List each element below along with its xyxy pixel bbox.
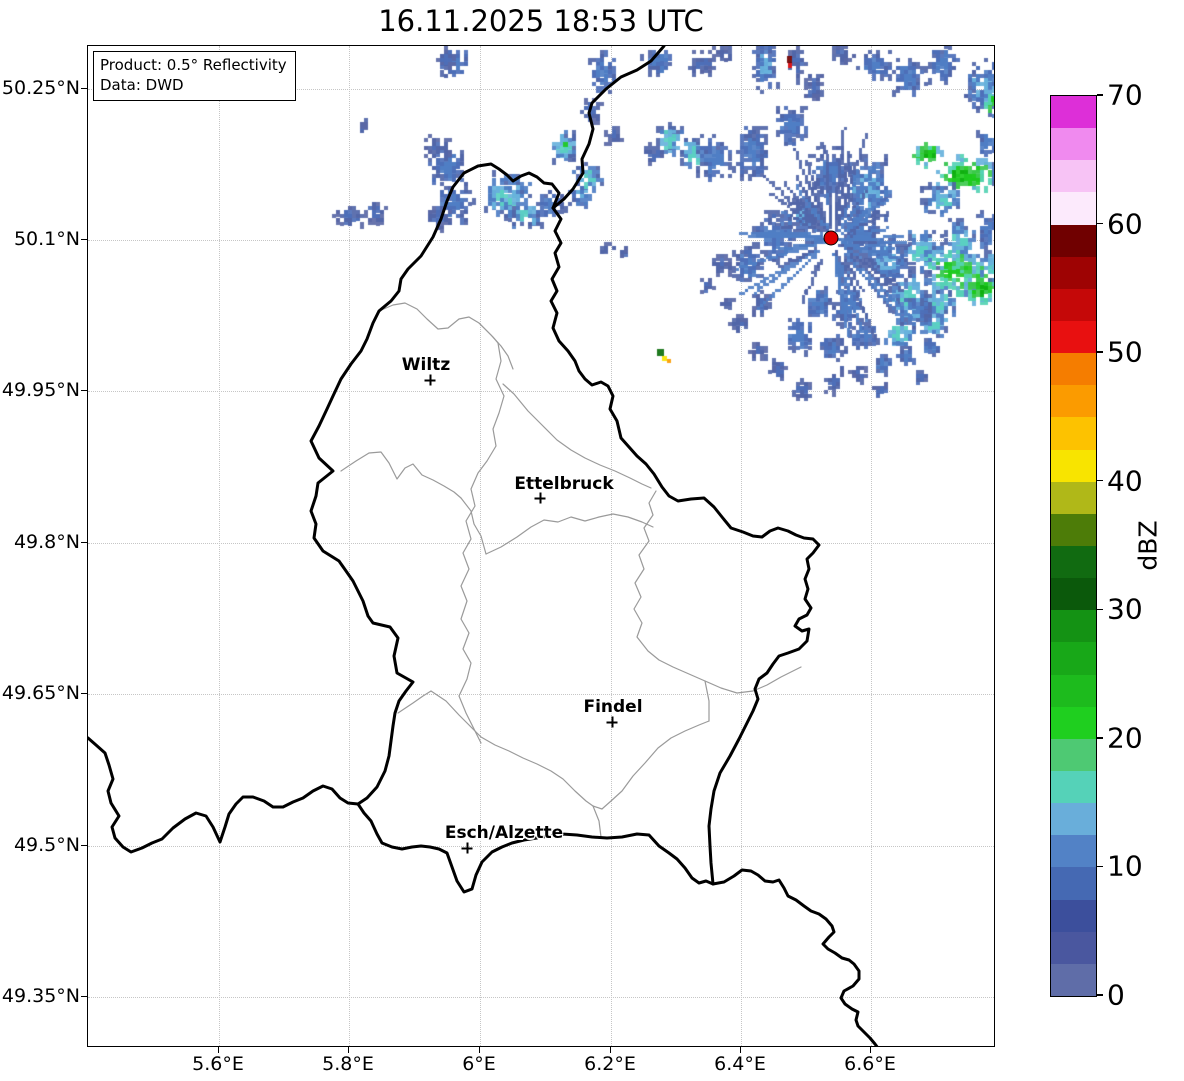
canton-border-path — [460, 497, 487, 555]
colorbar-tick-mark — [1096, 994, 1103, 996]
colorbar-segment — [1051, 577, 1096, 611]
colorbar-segment — [1051, 416, 1096, 450]
colorbar-segment — [1051, 352, 1096, 386]
map-frame: Product: 0.5° Reflectivity Data: DWD Wil… — [87, 45, 995, 1047]
colorbar-segment — [1051, 866, 1096, 900]
colorbar-tick-mark — [1096, 94, 1103, 96]
city-marker — [606, 716, 618, 728]
canton-border-path — [502, 383, 652, 489]
canton-border-path — [340, 451, 462, 499]
colorbar-segment — [1051, 191, 1096, 225]
canton-border-path — [430, 690, 710, 810]
canton-border-path — [378, 302, 499, 344]
colorbar-segment — [1051, 159, 1096, 193]
map-borders-svg — [88, 46, 879, 1046]
y-tick-label: 50.25°N — [1, 77, 80, 99]
data-source-line: Data: DWD — [100, 76, 184, 95]
canton-border-path — [592, 805, 602, 838]
colorbar-segment — [1051, 641, 1096, 675]
country-border-path — [88, 736, 360, 854]
colorbar-segment — [1051, 802, 1096, 836]
y-tick-label: 49.35°N — [1, 985, 80, 1007]
colorbar-segment — [1051, 224, 1096, 257]
y-tick-label: 49.5°N — [13, 834, 80, 856]
x-tick-label: 6°E — [462, 1053, 496, 1075]
figure-title: 16.11.2025 18:53 UTC — [378, 4, 704, 38]
colorbar-segment — [1051, 481, 1096, 514]
product-info-box: Product: 0.5° Reflectivity Data: DWD — [93, 51, 296, 101]
country-border-path — [549, 206, 821, 886]
colorbar-segment — [1051, 127, 1096, 161]
city-marker — [424, 374, 436, 386]
colorbar-segment — [1051, 609, 1096, 643]
colorbar-segment — [1051, 738, 1096, 771]
colorbar-tick-label: 0 — [1107, 978, 1125, 1012]
product-line: Product: 0.5° Reflectivity — [100, 56, 287, 74]
canton-border-path — [704, 680, 710, 722]
country-border-path — [711, 868, 879, 1046]
country-border-path — [356, 802, 715, 894]
y-tick-mark — [81, 693, 87, 695]
canton-border-path — [478, 322, 514, 370]
radar-site-marker — [823, 230, 839, 246]
canton-border-path — [485, 513, 654, 555]
colorbar-tick-mark — [1096, 865, 1103, 868]
radar-figure: 16.11.2025 18:53 UTC Product: 0.5° Refle… — [0, 0, 1184, 1081]
canton-borders — [340, 302, 802, 838]
colorbar-segment — [1051, 513, 1096, 546]
x-tick-label: 5.6°E — [192, 1053, 244, 1075]
colorbar-segment — [1051, 963, 1096, 996]
colorbar-segment — [1051, 449, 1096, 482]
colorbar-segment — [1051, 288, 1096, 321]
canton-border-path — [633, 490, 802, 694]
colorbar-tick-mark — [1096, 737, 1103, 739]
x-tick-label: 6.4°E — [714, 1053, 766, 1075]
y-tick-mark — [81, 239, 87, 241]
canton-border-path — [458, 342, 505, 744]
x-tick-label: 5.8°E — [322, 1053, 374, 1075]
city-label: Wiltz — [401, 355, 451, 375]
country-border-path — [309, 46, 666, 806]
colorbar-segment — [1051, 95, 1096, 129]
colorbar-tick-mark — [1096, 608, 1103, 610]
colorbar-tick-mark — [1096, 222, 1103, 225]
colorbar-segment — [1051, 706, 1096, 739]
colorbar-segment — [1051, 899, 1096, 932]
colorbar-axis-label: dBZ — [1133, 519, 1163, 571]
country-borders — [88, 46, 879, 1046]
colorbar — [1050, 95, 1097, 997]
colorbar-segment — [1051, 320, 1096, 354]
x-tick-label: 6.6°E — [844, 1053, 896, 1075]
colorbar-segment — [1051, 545, 1096, 579]
colorbar-tick-mark — [1096, 480, 1103, 482]
y-tick-label: 50.1°N — [13, 228, 80, 250]
colorbar-segment — [1051, 384, 1096, 418]
y-tick-label: 49.8°N — [13, 531, 80, 553]
colorbar-segment — [1051, 256, 1096, 289]
city-label: Esch/Alzette — [444, 823, 564, 843]
colorbar-segment — [1051, 770, 1096, 804]
city-label: Ettelbruck — [514, 474, 614, 494]
y-tick-mark — [81, 845, 87, 847]
city-marker — [534, 492, 546, 504]
colorbar-segment — [1051, 834, 1096, 868]
y-tick-mark — [81, 542, 87, 544]
colorbar-segment — [1051, 674, 1096, 707]
city-label: Findel — [583, 697, 643, 717]
city-marker — [461, 842, 473, 854]
y-tick-label: 49.95°N — [1, 379, 80, 401]
y-tick-mark — [81, 996, 87, 998]
x-tick-label: 6.2°E — [584, 1053, 636, 1075]
y-tick-mark — [81, 88, 87, 90]
y-tick-label: 49.65°N — [1, 682, 80, 704]
colorbar-segment — [1051, 931, 1096, 964]
colorbar-tick-mark — [1096, 351, 1103, 353]
y-tick-mark — [81, 390, 87, 392]
